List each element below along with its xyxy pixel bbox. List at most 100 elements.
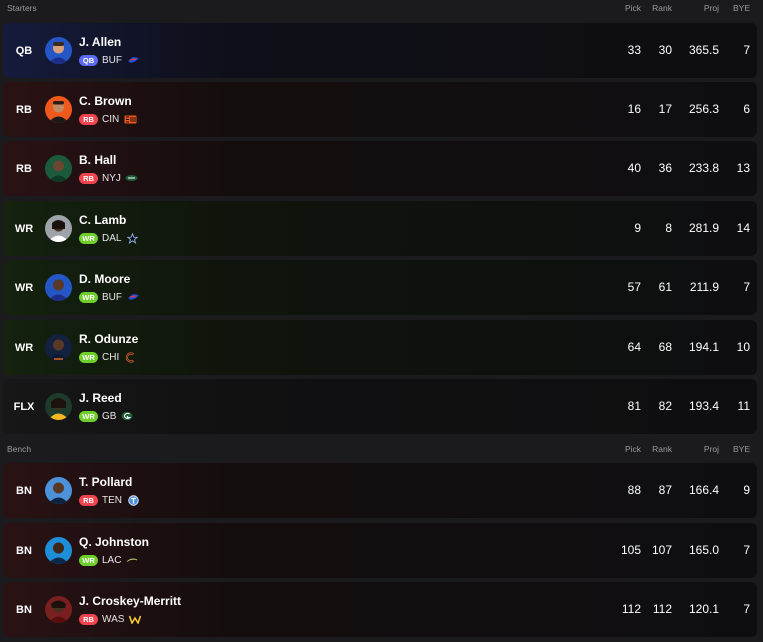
bye-value: 14: [736, 221, 750, 235]
player-avatar: [45, 96, 72, 123]
proj-value: 233.8: [688, 161, 719, 175]
pick-value: 112: [621, 602, 641, 616]
player-avatar: [45, 596, 72, 623]
proj-value: 120.1: [688, 602, 719, 616]
player-name[interactable]: C. Brown: [79, 94, 132, 108]
player-avatar: [45, 334, 72, 361]
slot-label: FLX: [13, 400, 35, 413]
slot-label: BN: [16, 603, 32, 616]
position-badge: RB: [79, 113, 98, 125]
player-row[interactable]: WR D. Moore WR BUF 57 61 211.9 7: [3, 260, 757, 315]
bills-logo-icon: [126, 55, 140, 66]
bears-logo-icon: [123, 351, 137, 363]
rank-value: 36: [658, 161, 672, 175]
bye-value: 7: [743, 543, 750, 557]
bye-value: 9: [743, 483, 750, 497]
position-badge: QB: [79, 54, 98, 66]
packers-logo-icon: [120, 411, 134, 422]
player-avatar: [45, 274, 72, 301]
player-name[interactable]: D. Moore: [79, 272, 130, 286]
player-name[interactable]: R. Odunze: [79, 332, 138, 346]
team-abbr: GB: [102, 410, 117, 422]
player-row[interactable]: WR C. Lamb WR DAL 9 8 281.9 14: [3, 201, 757, 256]
bench-title: Bench: [7, 444, 32, 454]
player-row[interactable]: BN J. Croskey-Merritt RB WAS 112 112 120…: [3, 582, 757, 637]
pick-column-header[interactable]: Pick: [625, 3, 641, 13]
rank-value: 112: [652, 602, 672, 616]
pick-value: 64: [627, 340, 641, 354]
team-abbr: BUF: [102, 291, 122, 303]
player-row[interactable]: RB B. Hall RB NYJ 40 36 233.8 13: [3, 141, 757, 196]
rank-value: 87: [658, 483, 672, 497]
slot-label: QB: [15, 44, 33, 57]
position-badge: WR: [79, 351, 98, 363]
pick-value: 105: [620, 543, 641, 557]
rank-column-header[interactable]: Rank: [652, 3, 672, 13]
player-name[interactable]: J. Croskey-Merritt: [79, 594, 181, 608]
position-badge: WR: [79, 232, 98, 244]
position-badge: RB: [79, 494, 98, 506]
player-row[interactable]: WR R. Odunze WR CHI 64 68 194.1 10: [3, 320, 757, 375]
bye-value: 6: [743, 102, 750, 116]
pick-column-header[interactable]: Pick: [625, 444, 641, 454]
bye-column-header[interactable]: BYE: [733, 444, 750, 454]
slot-label: WR: [14, 281, 34, 294]
position-badge: RB: [79, 613, 98, 625]
player-name[interactable]: T. Pollard: [79, 475, 132, 489]
proj-value: 194.1: [688, 340, 719, 354]
rank-value: 82: [658, 399, 672, 413]
player-name[interactable]: J. Allen: [79, 35, 121, 49]
slot-label: RB: [16, 103, 32, 116]
pick-value: 88: [627, 483, 641, 497]
player-row[interactable]: RB C. Brown RB CIN 16 17 256.3 6: [3, 82, 757, 137]
pick-value: 16: [627, 102, 641, 116]
pick-value: 33: [627, 43, 641, 57]
proj-column-header[interactable]: Proj: [704, 3, 719, 13]
bye-value: 11: [737, 399, 750, 413]
player-row[interactable]: FLX J. Reed WR GB 81 82 193.4 11: [3, 379, 757, 434]
titans-logo-icon: [126, 494, 140, 506]
player-row[interactable]: BN T. Pollard RB TEN 88 87 166.4 9: [3, 463, 757, 518]
slot-label: BN: [16, 544, 32, 557]
position-badge: RB: [79, 172, 98, 184]
proj-value: 166.4: [688, 483, 719, 497]
player-avatar: [45, 537, 72, 564]
player-avatar: [45, 155, 72, 182]
starters-title: Starters: [7, 3, 37, 13]
player-name[interactable]: J. Reed: [79, 391, 122, 405]
player-row[interactable]: BN Q. Johnston WR LAC 105 107 165.0 7: [3, 523, 757, 578]
pick-value: 57: [627, 280, 641, 294]
bengals-logo-icon: [123, 114, 137, 125]
bye-column-header[interactable]: BYE: [733, 3, 750, 13]
team-abbr: DAL: [102, 232, 122, 244]
player-name[interactable]: B. Hall: [79, 153, 116, 167]
slot-label: WR: [14, 341, 34, 354]
chargers-logo-icon: [125, 555, 139, 566]
rank-value: 107: [651, 543, 672, 557]
player-row[interactable]: QB J. Allen QB BUF 33 30 365.5 7: [3, 23, 757, 78]
player-name[interactable]: Q. Johnston: [79, 535, 149, 549]
proj-value: 165.0: [688, 543, 719, 557]
team-abbr: TEN: [102, 494, 122, 506]
team-abbr: CHI: [102, 351, 120, 363]
proj-value: 211.9: [689, 280, 719, 294]
proj-column-header[interactable]: Proj: [704, 444, 719, 454]
position-badge: WR: [79, 554, 98, 566]
bills-logo-icon: [126, 292, 140, 303]
player-avatar: [45, 393, 72, 420]
slot-label: WR: [14, 222, 34, 235]
slot-label: BN: [16, 484, 32, 497]
team-abbr: CIN: [102, 113, 120, 125]
proj-value: 256.3: [688, 102, 719, 116]
bye-value: 7: [743, 280, 750, 294]
bye-value: 10: [736, 340, 750, 354]
rank-column-header[interactable]: Rank: [652, 444, 672, 454]
commanders-logo-icon: [128, 614, 142, 625]
slot-label: RB: [16, 162, 32, 175]
player-avatar: [45, 477, 72, 504]
jets-logo-icon: [125, 173, 139, 184]
pick-value: 9: [634, 221, 641, 235]
pick-value: 40: [627, 161, 641, 175]
player-name[interactable]: C. Lamb: [79, 213, 126, 227]
position-badge: WR: [79, 291, 98, 303]
